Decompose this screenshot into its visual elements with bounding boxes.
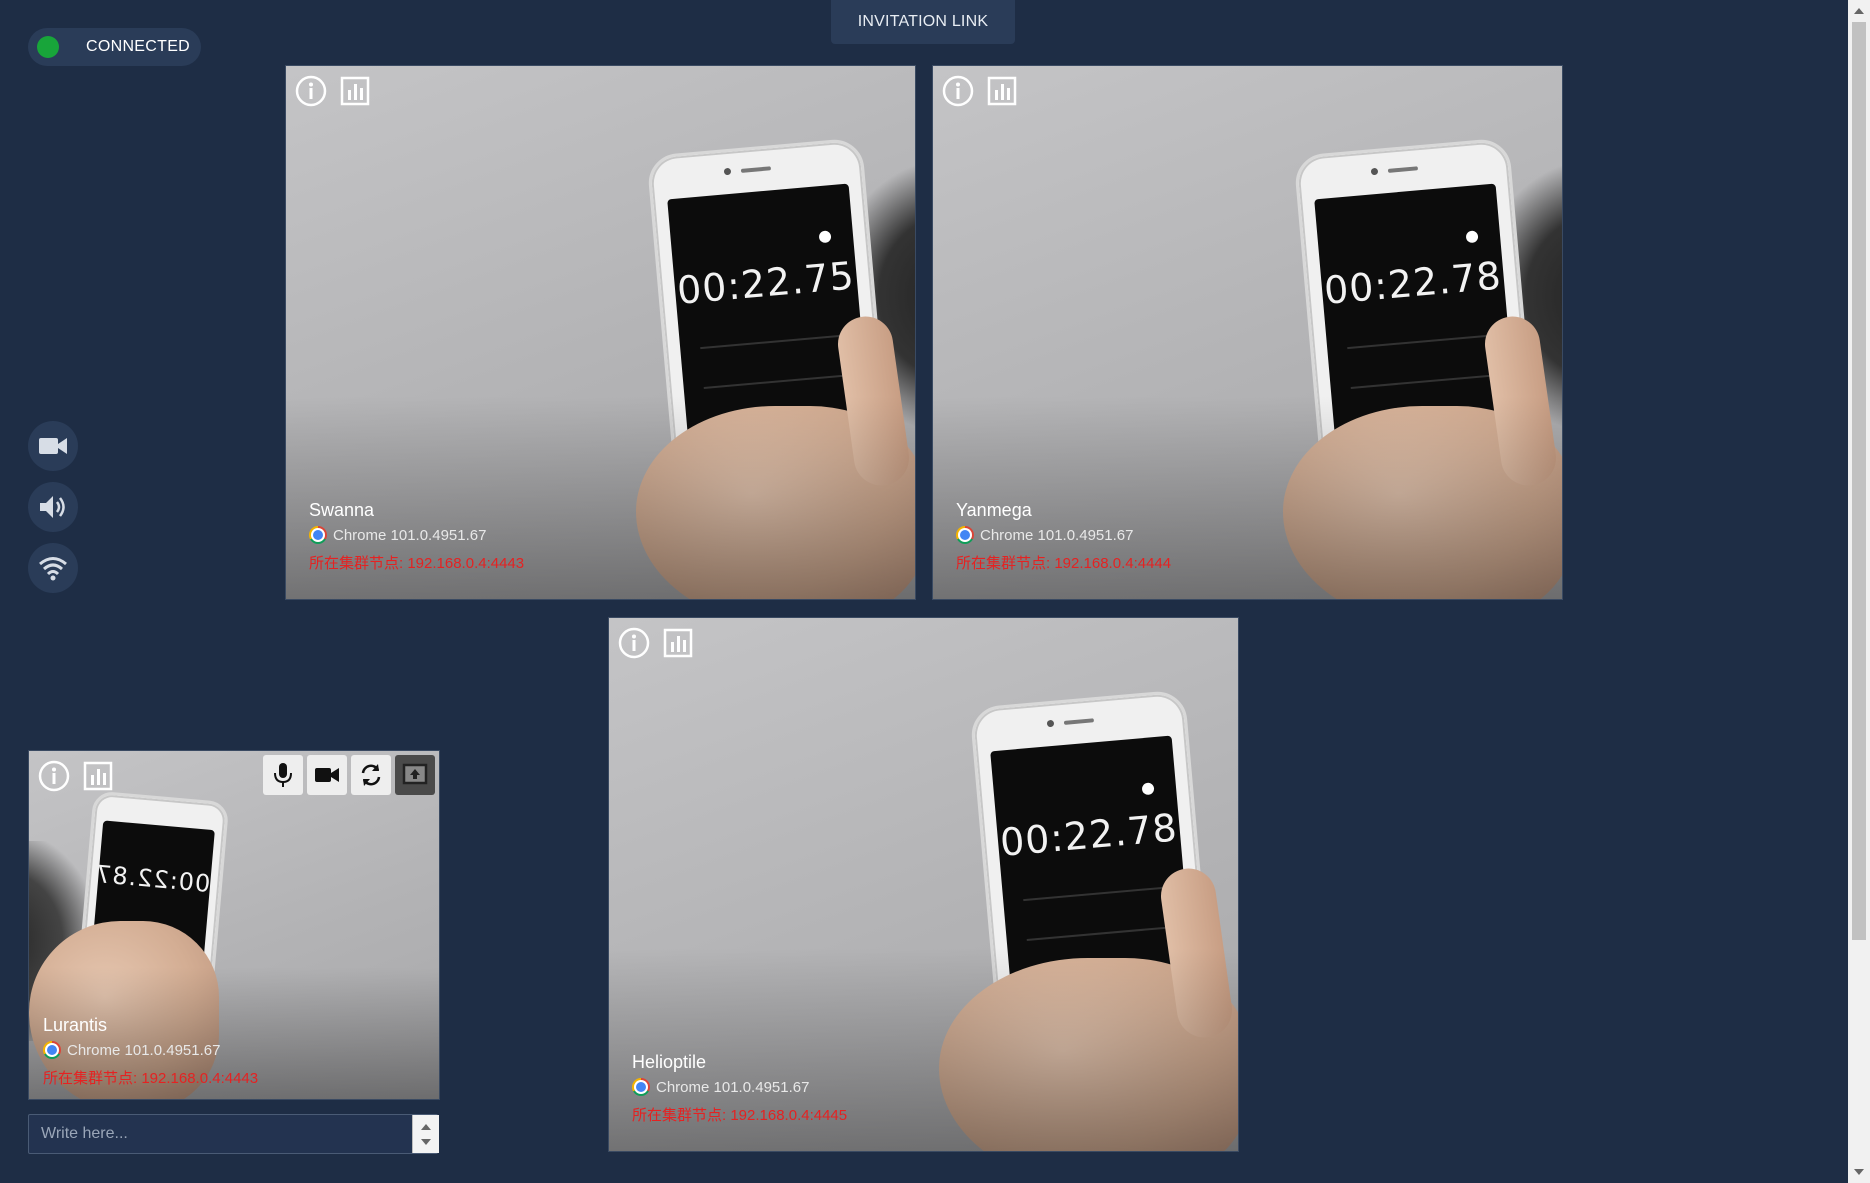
participant-name: Lurantis: [43, 1015, 108, 1035]
wifi-icon: [39, 557, 67, 581]
info-icon: [942, 75, 974, 107]
status-label: CONNECTED: [86, 38, 191, 55]
stopwatch-display: 00:22.75: [675, 253, 857, 313]
bar-chart-icon: [987, 76, 1017, 106]
info-button[interactable]: [294, 74, 328, 108]
chrome-icon: [43, 1041, 61, 1059]
stats-button[interactable]: [338, 74, 372, 108]
video-camera-icon: [315, 768, 339, 782]
stats-button[interactable]: [985, 74, 1019, 108]
participant-name: Helioptile: [632, 1052, 707, 1072]
screen-share-button[interactable]: [395, 755, 435, 795]
participant-browser: Chrome 101.0.4951.67: [632, 1078, 809, 1096]
stopwatch-display: 00:22.78: [998, 805, 1180, 865]
browser-version: Chrome 101.0.4951.67: [980, 526, 1134, 544]
participant-name: Yanmega: [956, 500, 1032, 520]
cluster-node-info: 所在集群节点: 192.168.0.4:4445: [632, 1107, 848, 1124]
bar-chart-icon: [663, 628, 693, 658]
bar-chart-icon: [340, 76, 370, 106]
scrollbar-thumb[interactable]: [1852, 22, 1866, 940]
participant-browser: Chrome 101.0.4951.67: [43, 1041, 220, 1059]
browser-version: Chrome 101.0.4951.67: [333, 526, 487, 544]
screen-share-icon: [402, 763, 428, 785]
stopwatch-display: 00:22.78: [1322, 253, 1504, 313]
cluster-node-info: 所在集群节点: 192.168.0.4:4443: [43, 1070, 259, 1087]
video-tile-helioptile: 00:22.78 Helioptile Chrome 101.0.4951.67…: [608, 617, 1239, 1152]
video-tile-yanmega: 00:22.78 Yanmega Chrome 101.0.4951.67 所在…: [932, 65, 1563, 600]
participant-browser: Chrome 101.0.4951.67: [309, 526, 486, 544]
mute-microphone-button[interactable]: [263, 755, 303, 795]
cluster-node-info: 所在集群节点: 192.168.0.4:4443: [309, 555, 525, 572]
chrome-icon: [956, 526, 974, 544]
microphone-icon: [274, 763, 292, 787]
chrome-icon: [309, 526, 327, 544]
bar-chart-icon: [83, 761, 113, 791]
info-button[interactable]: [617, 626, 651, 660]
page-scrollbar[interactable]: [1848, 0, 1870, 1183]
refresh-icon: [361, 764, 381, 786]
speaker-icon: [40, 496, 65, 518]
scroll-up-arrow[interactable]: [1854, 8, 1864, 14]
info-button[interactable]: [941, 74, 975, 108]
scroll-down-arrow[interactable]: [1854, 1169, 1864, 1175]
chrome-icon: [632, 1078, 650, 1096]
chat-input-spinner[interactable]: [412, 1115, 439, 1153]
local-video-tile: 00:22.87 Lurantis Chrome 101.0.4951.67 所…: [28, 750, 440, 1100]
status-indicator-dot: [37, 36, 59, 58]
cluster-node-info: 所在集群节点: 192.168.0.4:4444: [956, 555, 1172, 572]
browser-version: Chrome 101.0.4951.67: [656, 1078, 810, 1096]
participant-browser: Chrome 101.0.4951.67: [956, 526, 1133, 544]
network-stats-button[interactable]: [28, 543, 78, 593]
browser-version: Chrome 101.0.4951.67: [67, 1041, 221, 1059]
audio-toggle-button[interactable]: [28, 482, 78, 532]
toggle-camera-button[interactable]: [307, 755, 347, 795]
camera-toggle-button[interactable]: [28, 421, 78, 471]
connection-status: CONNECTED: [28, 28, 201, 66]
spinner-arrows-icon: [421, 1124, 431, 1145]
stopwatch-display: 00:22.87: [94, 859, 212, 898]
info-icon: [295, 75, 327, 107]
video-camera-icon: [39, 438, 67, 454]
info-button[interactable]: [37, 759, 71, 793]
video-tile-swanna: 00:22.75 Swanna Chrome 101.0.4951.67 所在集…: [285, 65, 916, 600]
stats-button[interactable]: [661, 626, 695, 660]
invitation-link-button[interactable]: INVITATION LINK: [831, 0, 1015, 44]
participant-name: Swanna: [309, 500, 375, 520]
chat-input[interactable]: [28, 1114, 438, 1154]
info-icon: [38, 760, 70, 792]
stats-button[interactable]: [81, 759, 115, 793]
switch-camera-button[interactable]: [351, 755, 391, 795]
info-icon: [618, 627, 650, 659]
